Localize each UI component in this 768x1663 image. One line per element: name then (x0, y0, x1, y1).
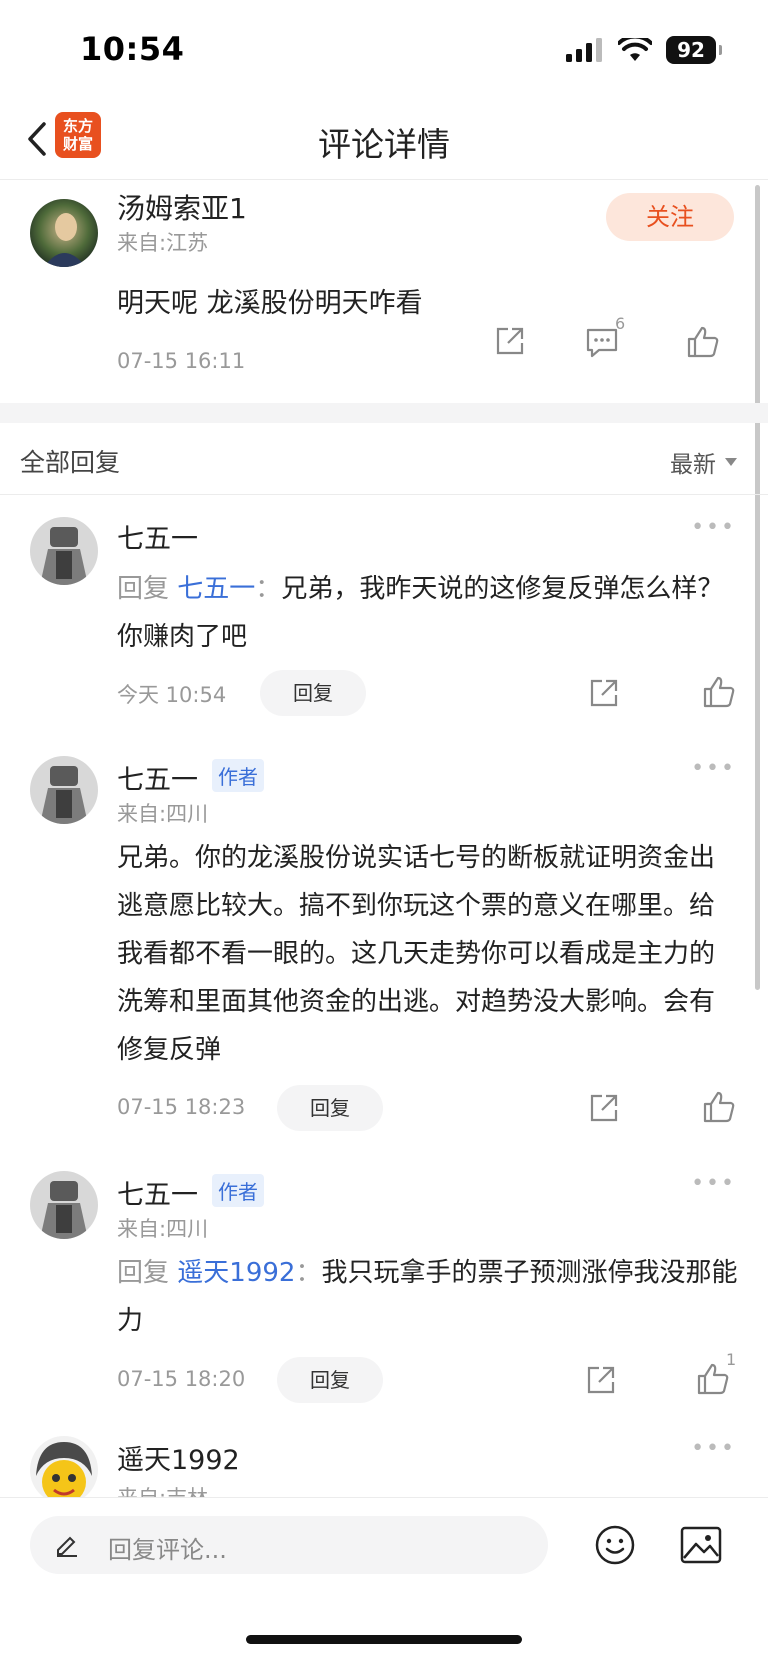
emoji-icon[interactable] (594, 1524, 636, 1566)
reply-location: 来自:四川 (117, 802, 209, 826)
reply-button[interactable]: 回复 (277, 1357, 383, 1403)
post-username[interactable]: 汤姆索亚1 (117, 187, 247, 227)
reply-text: 回复 七五一：兄弟，我昨天说的这修复反弹怎么样？你赚肉了吧 (117, 565, 738, 661)
reply-username[interactable]: 七五一 (117, 758, 198, 797)
share-icon[interactable] (588, 1092, 620, 1124)
nav-bar: 东方 财富 评论详情 (0, 100, 768, 180)
caret-down-icon (725, 458, 737, 466)
battery-indicator: 92 (666, 36, 722, 64)
image-icon[interactable] (680, 1526, 722, 1564)
reply-time: 07-15 18:20 (117, 1367, 246, 1391)
sort-dropdown[interactable]: 最新 (670, 445, 738, 479)
reply-prefix: 回复 (117, 574, 170, 604)
follow-button[interactable]: 关注 (606, 193, 734, 241)
author-badge: 作者 (212, 1174, 264, 1207)
signal-icon (566, 38, 602, 62)
section-divider (0, 403, 768, 423)
reply-time: 07-15 18:23 (117, 1095, 246, 1119)
share-icon[interactable] (585, 1364, 617, 1396)
reply-mention[interactable]: 七五一 (177, 574, 255, 604)
reply-location: 来自:四川 (117, 1217, 209, 1241)
replies-header: 全部回复 最新 (0, 423, 768, 495)
sort-label: 最新 (670, 452, 716, 478)
pencil-icon (57, 1536, 77, 1557)
like-icon[interactable] (702, 675, 736, 709)
status-icons: 92 (566, 36, 722, 64)
author-badge: 作者 (212, 759, 264, 792)
reply-text: 回复 遥天1992：我只玩拿手的票子预测涨停我没那能力 (117, 1249, 738, 1345)
reply-location: 来自:吉林 (117, 1482, 208, 1497)
reply-input-placeholder: 回复评论... (108, 1536, 227, 1564)
avatar[interactable] (30, 1436, 98, 1497)
reply-time: 今天 10:54 (117, 683, 227, 707)
more-options-icon[interactable]: ••• (691, 756, 736, 781)
more-options-icon[interactable]: ••• (691, 515, 736, 540)
home-indicator[interactable] (246, 1635, 522, 1644)
like-icon[interactable] (702, 1090, 736, 1124)
like-icon[interactable] (696, 1362, 730, 1396)
like-count: 1 (726, 1350, 737, 1369)
avatar[interactable] (30, 517, 98, 585)
comment-count: 6 (615, 314, 626, 333)
status-bar: 10:54 92 (0, 0, 768, 100)
wifi-icon (618, 38, 652, 61)
reply-item: 七五一 作者 ••• 来自:四川 兄弟。你的龙溪股份说实话七号的断板就证明资金出… (0, 740, 768, 1135)
reply-mention[interactable]: 遥天1992 (177, 1258, 295, 1288)
like-icon[interactable] (686, 325, 720, 359)
reply-prefix: 回复 (117, 1258, 170, 1288)
more-options-icon[interactable]: ••• (691, 1436, 736, 1461)
comment-icon[interactable] (585, 327, 619, 359)
reply-input[interactable]: 回复评论... (30, 1516, 548, 1574)
reply-body: 兄弟。你的龙溪股份说实话七号的断板就证明资金出逃意愿比较大。搞不到你玩这个票的意… (117, 843, 716, 1065)
reply-username[interactable]: 七五一 (117, 517, 198, 556)
reply-item: 遥天1992 ••• 来自:吉林 (0, 1420, 768, 1497)
reply-button[interactable]: 回复 (260, 670, 366, 716)
reply-item: 七五一 ••• 回复 七五一：兄弟，我昨天说的这修复反弹怎么样？你赚肉了吧 今天… (0, 495, 768, 720)
bottom-bar: 回复评论... (0, 1497, 768, 1663)
reply-username[interactable]: 遥天1992 (117, 1438, 240, 1477)
reply-colon: ： (255, 574, 282, 604)
reply-item: 七五一 作者 ••• 来自:四川 回复 遥天1992：我只玩拿手的票子预测涨停我… (0, 1155, 768, 1403)
reply-username[interactable]: 七五一 (117, 1173, 198, 1212)
reply-button[interactable]: 回复 (277, 1085, 383, 1131)
more-options-icon[interactable]: ••• (691, 1171, 736, 1196)
avatar[interactable] (30, 756, 98, 824)
page-title: 评论详情 (318, 125, 450, 164)
original-comment: 汤姆索亚1 来自:江苏 关注 明天呢 龙溪股份明天咋看 07-15 16:11 … (0, 181, 768, 403)
share-icon[interactable] (494, 325, 526, 357)
status-time: 10:54 (80, 30, 185, 68)
share-icon[interactable] (588, 677, 620, 709)
avatar[interactable] (30, 1171, 98, 1239)
post-time: 07-15 16:11 (117, 349, 246, 373)
post-text: 明天呢 龙溪股份明天咋看 (117, 288, 423, 319)
avatar[interactable] (30, 199, 98, 267)
reply-colon: ： (295, 1258, 322, 1288)
post-location: 来自:江苏 (117, 231, 209, 255)
replies-header-label: 全部回复 (20, 448, 121, 477)
